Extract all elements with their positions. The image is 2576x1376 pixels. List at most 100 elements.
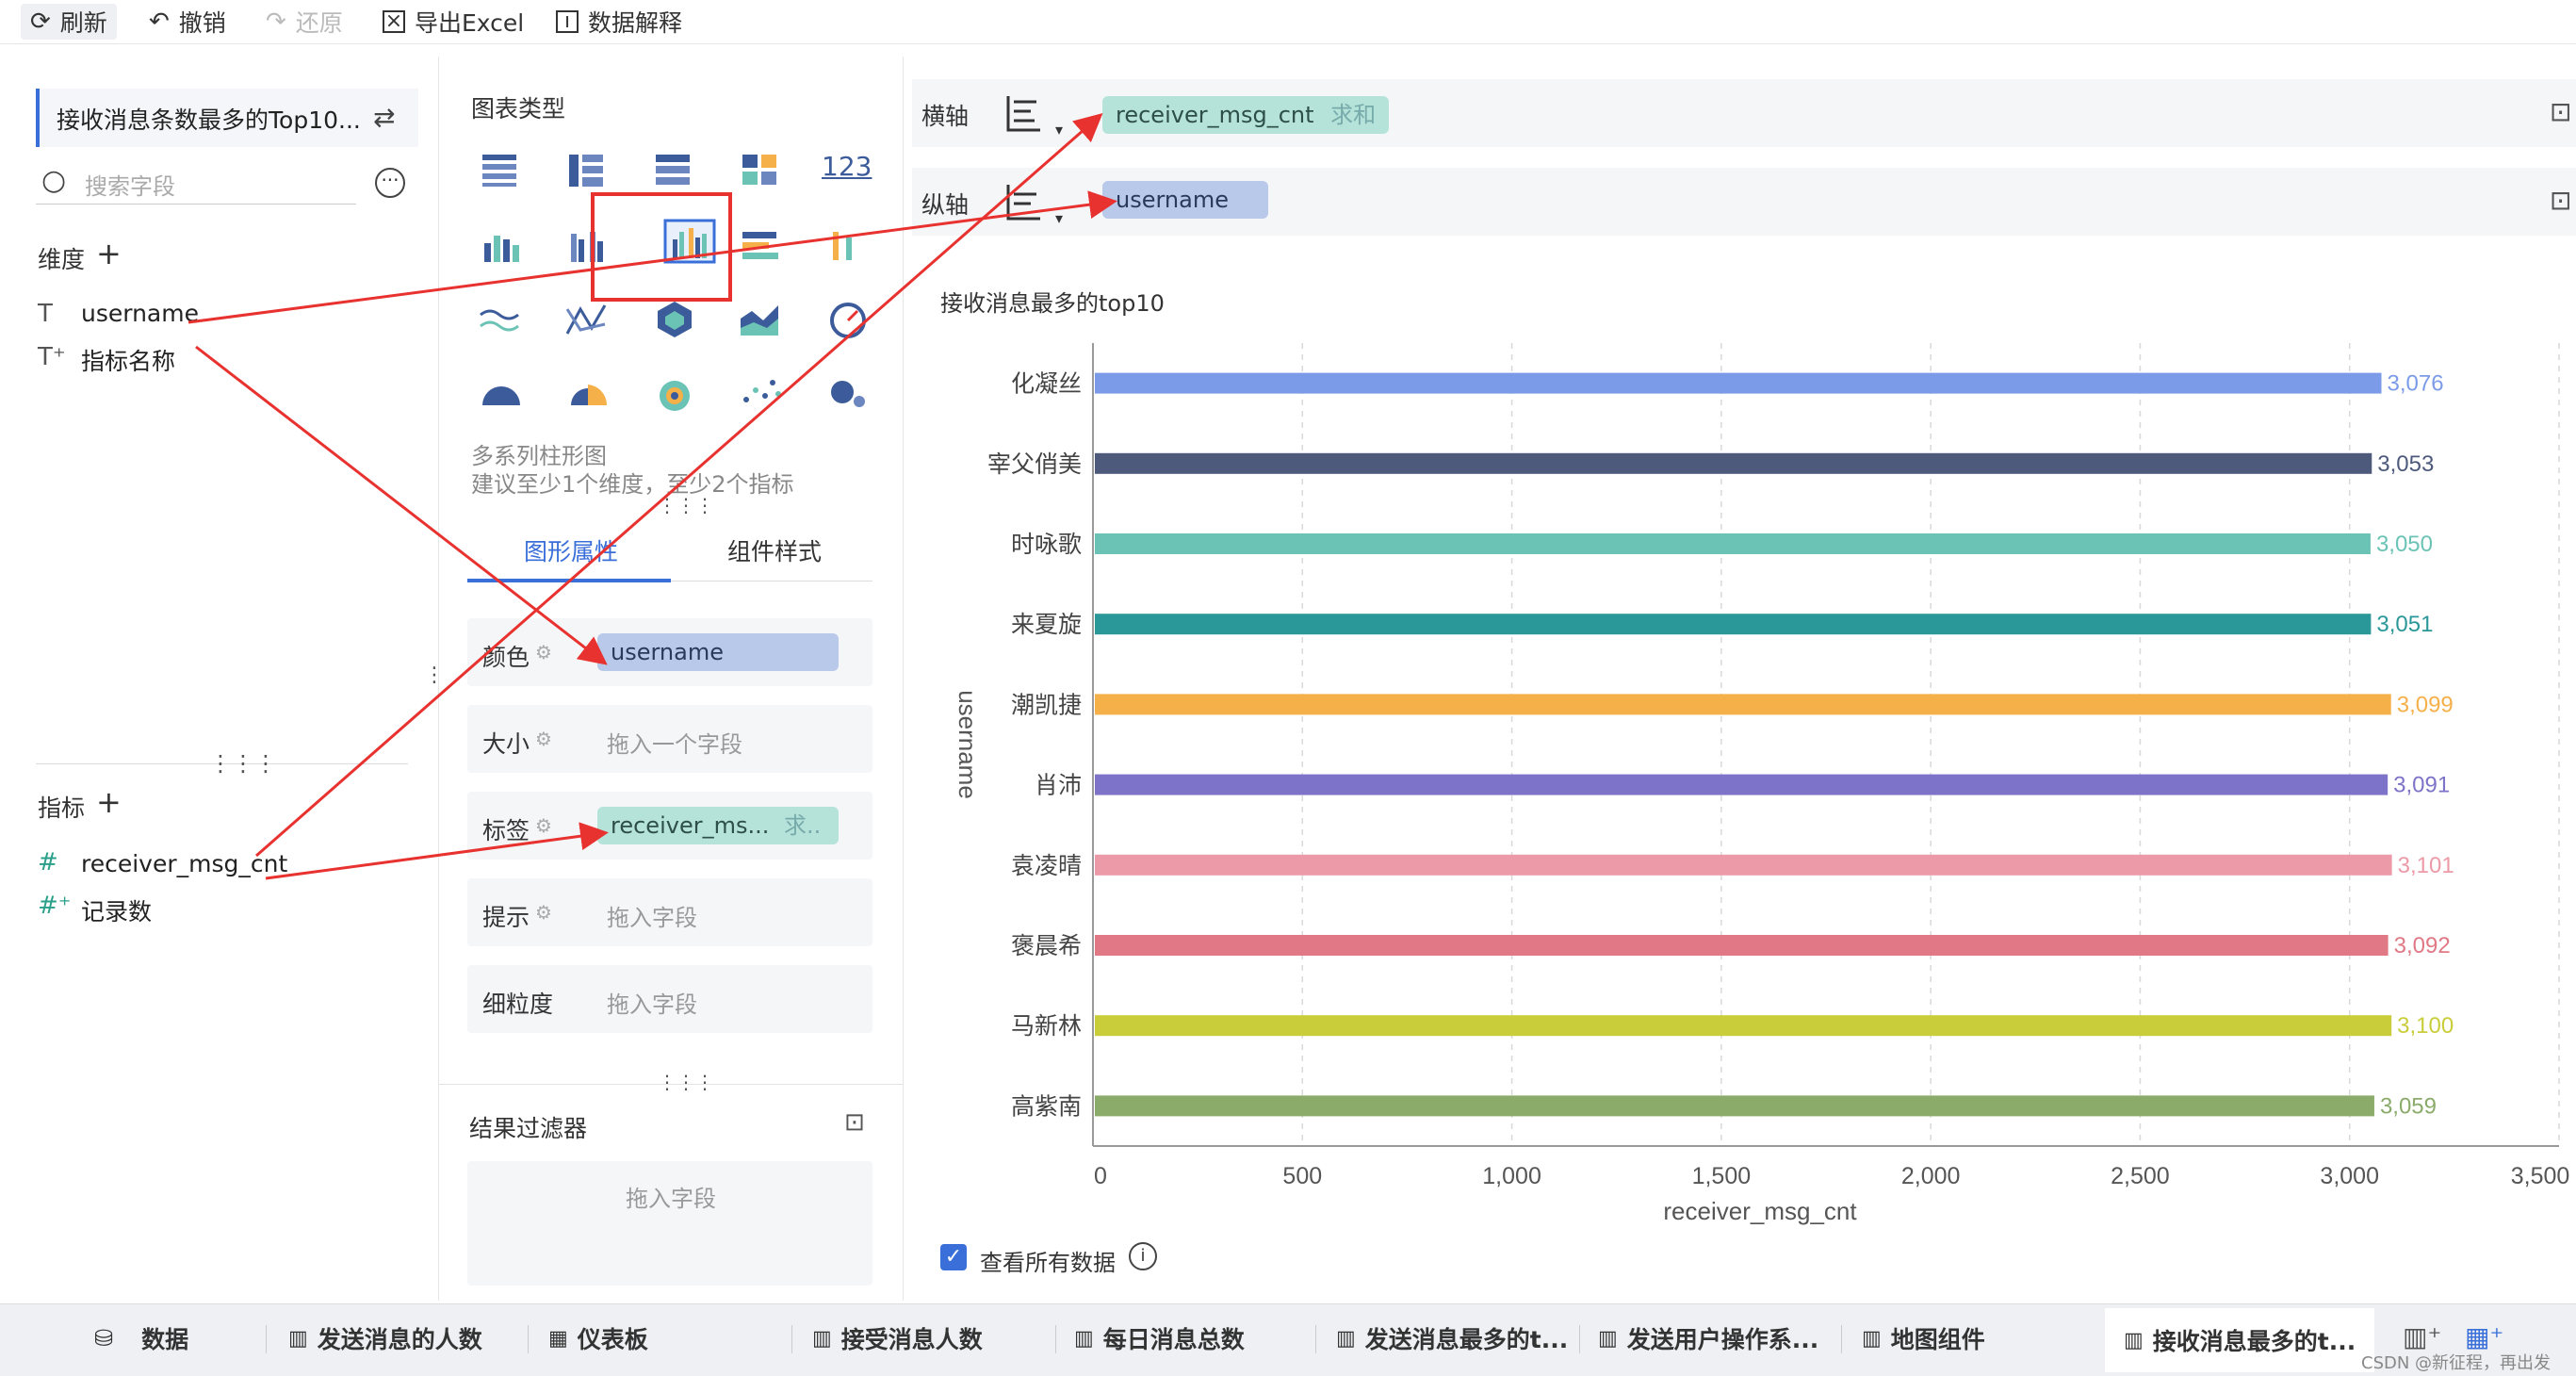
settings-icon[interactable]: ⚙ bbox=[535, 901, 552, 924]
filter-config-icon[interactable]: ⊡ bbox=[844, 1108, 865, 1137]
axis-sort-icon[interactable] bbox=[1003, 92, 1044, 134]
tab-daily-total[interactable]: ▥ 每日消息总数 bbox=[1074, 1319, 1245, 1357]
y-tick-label: 肖沛 bbox=[1035, 772, 1082, 799]
bar[interactable] bbox=[1095, 452, 2372, 474]
add-component-icon[interactable]: ▥⁺ bbox=[2403, 1321, 2441, 1352]
range-bar-icon[interactable] bbox=[822, 222, 874, 268]
dropdown-arrow-icon[interactable]: ▾ bbox=[1055, 209, 1063, 227]
x-tick-label: 0 bbox=[1094, 1163, 1107, 1189]
grouped-bar-icon[interactable] bbox=[562, 222, 614, 268]
bar[interactable] bbox=[1095, 1015, 2392, 1037]
data-explain-button[interactable]: ı 数据解释 bbox=[556, 4, 682, 40]
prop-label-row[interactable]: 标签 ⚙ receiver_ms... 求.. bbox=[467, 792, 872, 860]
radar-chart-icon[interactable] bbox=[648, 296, 701, 341]
bar-value-label: 3,091 bbox=[2393, 773, 2450, 798]
switch-dataset-icon[interactable]: ⇄ bbox=[373, 102, 395, 133]
x-tick-label: 1,500 bbox=[1692, 1163, 1752, 1189]
y-tick-label: 宰父俏美 bbox=[987, 450, 1082, 478]
sunburst-chart-icon[interactable] bbox=[648, 368, 701, 413]
bar[interactable] bbox=[1095, 694, 2391, 715]
field-receiver-msg-cnt[interactable]: receiver_msg_cnt bbox=[81, 850, 287, 877]
number-chart-icon[interactable]: 123 bbox=[822, 151, 874, 196]
text-type-icon: T bbox=[38, 300, 53, 328]
gauge-chart-icon[interactable] bbox=[822, 296, 874, 341]
prop-tooltip-row[interactable]: 提示 ⚙ 拖入字段 bbox=[467, 878, 872, 946]
prop-color-row[interactable]: 颜色 ⚙ username bbox=[467, 618, 872, 686]
panel-resize-handle[interactable]: ⋮ bbox=[424, 663, 445, 687]
horizontal-bar-icon[interactable] bbox=[735, 222, 788, 268]
cross-table-icon[interactable] bbox=[562, 147, 614, 192]
shelf-config-icon[interactable]: ⊡ bbox=[2550, 185, 2571, 216]
prop-size-row[interactable]: 大小 ⚙ 拖入一个字段 bbox=[467, 705, 872, 773]
bar[interactable] bbox=[1095, 854, 2392, 876]
bar[interactable] bbox=[1095, 372, 2382, 394]
tab-most-sent[interactable]: ▥ 发送消息最多的t... bbox=[1336, 1319, 1568, 1357]
settings-icon[interactable]: ⚙ bbox=[535, 728, 552, 750]
drag-handle[interactable]: ⋮⋮⋮ bbox=[658, 494, 714, 516]
y-tick-label: 潮凯捷 bbox=[1011, 691, 1082, 718]
rose-chart-icon[interactable] bbox=[562, 368, 614, 413]
tab-receive-user-count[interactable]: ▥ 接受消息人数 bbox=[812, 1319, 983, 1357]
refresh-button[interactable]: ⟳ 刷新 bbox=[21, 4, 117, 40]
drag-handle[interactable]: ⋮⋮⋮ bbox=[209, 750, 277, 777]
search-input[interactable]: ○ 搜索字段 bbox=[36, 160, 356, 205]
field-username[interactable]: username bbox=[81, 300, 199, 327]
area-chart-icon[interactable] bbox=[735, 296, 788, 341]
y-axis-field-chip[interactable]: username bbox=[1102, 181, 1268, 219]
scatter-chart-icon[interactable] bbox=[735, 368, 788, 413]
detail-table-icon[interactable] bbox=[648, 147, 701, 192]
multi-series-bar-icon[interactable] bbox=[663, 219, 716, 264]
settings-icon[interactable]: ⚙ bbox=[535, 814, 552, 837]
bar[interactable] bbox=[1095, 935, 2389, 956]
bar-value-label: 3,050 bbox=[2376, 532, 2433, 557]
add-metric-button[interactable]: + bbox=[96, 784, 122, 820]
line-chart-icon[interactable] bbox=[475, 296, 528, 341]
dropdown-arrow-icon[interactable]: ▾ bbox=[1055, 121, 1063, 139]
bar[interactable] bbox=[1095, 774, 2389, 795]
field-record-count[interactable]: 记录数 bbox=[81, 893, 152, 927]
tab-graph-props[interactable]: 图形属性 bbox=[524, 533, 618, 567]
polyline-chart-icon[interactable] bbox=[562, 296, 614, 341]
settings-icon[interactable]: ⚙ bbox=[535, 641, 552, 663]
tab-data[interactable]: ⛁ 数据 bbox=[94, 1319, 188, 1357]
info-icon[interactable]: i bbox=[1129, 1242, 1157, 1270]
bar[interactable] bbox=[1095, 614, 2372, 635]
tab-separator bbox=[266, 1325, 267, 1353]
y-axis-shelf[interactable]: 纵轴 ▾ username ⊡ bbox=[912, 168, 2576, 236]
chart-title: 接收消息最多的top10 bbox=[940, 290, 1165, 317]
watermark: CSDN @新征程，再出发 bbox=[2361, 1353, 2552, 1373]
tab-dashboard[interactable]: ▦ 仪表板 bbox=[548, 1319, 648, 1357]
tab-component-style[interactable]: 组件样式 bbox=[727, 533, 822, 567]
add-dashboard-icon[interactable]: ▦⁺ bbox=[2465, 1321, 2503, 1352]
tab-sender-os[interactable]: ▥ 发送用户操作系... bbox=[1598, 1319, 1818, 1357]
bar-value-label: 3,092 bbox=[2394, 933, 2451, 958]
color-field-chip[interactable]: username bbox=[597, 633, 839, 671]
export-excel-button[interactable]: × 导出Excel bbox=[383, 4, 524, 40]
result-filter-dropzone[interactable]: 拖入字段 bbox=[467, 1161, 872, 1286]
x-axis-shelf[interactable]: 横轴 ▾ receiver_msg_cnt 求和 ⊡ bbox=[912, 79, 2576, 147]
add-dimension-button[interactable]: + bbox=[96, 236, 122, 271]
pie-chart-icon[interactable] bbox=[475, 368, 528, 413]
tab-most-received[interactable]: ▥ 接收消息最多的t... bbox=[2105, 1308, 2375, 1372]
bubble-chart-icon[interactable] bbox=[822, 368, 874, 413]
label-field-chip[interactable]: receiver_ms... 求.. bbox=[597, 807, 839, 844]
drag-handle[interactable]: ⋮⋮⋮ bbox=[658, 1071, 714, 1093]
field-metric-name[interactable]: 指标名称 bbox=[81, 343, 175, 377]
tab-map-component[interactable]: ▥ 地图组件 bbox=[1862, 1319, 1985, 1357]
axis-sort-icon[interactable] bbox=[1003, 181, 1044, 222]
more-icon[interactable]: ··· bbox=[375, 168, 405, 198]
bar[interactable] bbox=[1095, 533, 2371, 554]
indicator-card-icon[interactable] bbox=[735, 147, 788, 192]
tab-send-user-count[interactable]: ▥ 发送消息的人数 bbox=[288, 1319, 482, 1357]
table-chart-icon[interactable] bbox=[475, 147, 528, 192]
x-axis-field-chip[interactable]: receiver_msg_cnt 求和 bbox=[1102, 96, 1390, 134]
dataset-title[interactable]: 接收消息条数最多的Top10... bbox=[36, 89, 418, 147]
undo-button[interactable]: ↶ 撤销 bbox=[149, 4, 226, 40]
shelf-config-icon[interactable]: ⊡ bbox=[2550, 96, 2571, 127]
redo-button[interactable]: ↷ 还原 bbox=[266, 4, 343, 40]
bar[interactable] bbox=[1095, 1095, 2374, 1117]
show-all-checkbox[interactable]: ✓ bbox=[940, 1244, 967, 1270]
stacked-bar-icon[interactable] bbox=[475, 222, 528, 268]
prop-granularity-row[interactable]: 细粒度 拖入字段 bbox=[467, 965, 872, 1033]
chart-type-hint: 建议至少1个维度，至少2个指标 bbox=[471, 471, 794, 498]
